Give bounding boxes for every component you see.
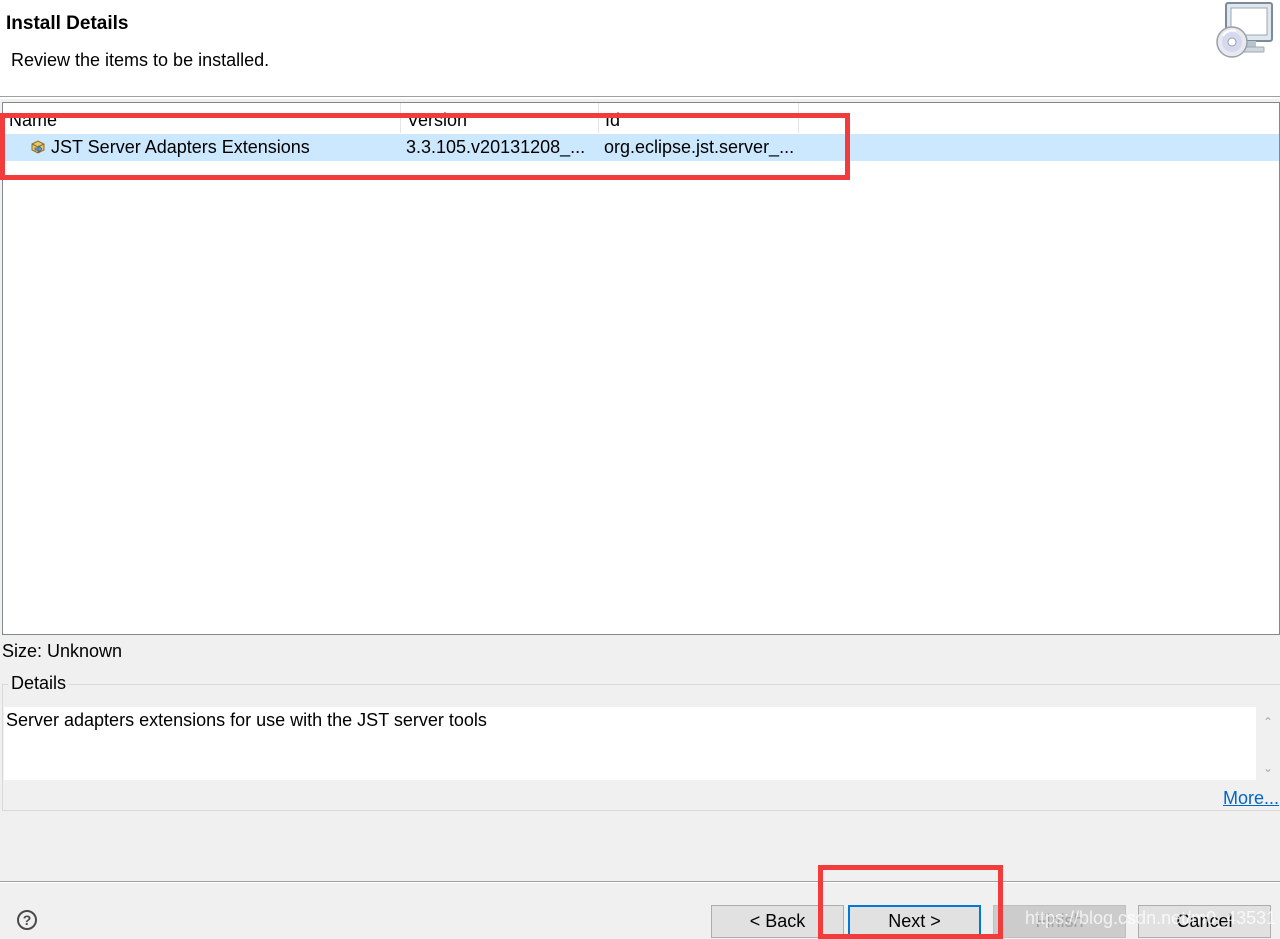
next-button[interactable]: Next > (848, 905, 981, 938)
title-banner: Install Details Review the items to be i… (0, 0, 1280, 97)
details-legend: Details (8, 673, 70, 694)
scroll-up-icon[interactable]: ⌃ (1261, 715, 1275, 729)
row-id: org.eclipse.jst.server_... (604, 137, 795, 157)
page-description: Review the items to be installed. (11, 50, 270, 70)
column-header-name[interactable]: Name (3, 103, 401, 133)
details-text: Server adapters extensions for use with … (4, 707, 1256, 780)
installable-unit-icon (31, 140, 45, 154)
help-icon[interactable]: ? (17, 910, 37, 930)
cancel-button[interactable]: Cancel (1138, 905, 1271, 938)
computer-cd-icon (1216, 2, 1273, 58)
scroll-down-icon[interactable]: ⌄ (1261, 761, 1275, 775)
table-header: Name Version Id (3, 103, 1279, 133)
finish-button[interactable]: Finish (993, 905, 1126, 938)
table-row[interactable]: JST Server Adapters Extensions 3.3.105.v… (3, 134, 1279, 161)
details-scrollbar[interactable]: ⌃ ⌄ (1257, 707, 1279, 780)
more-link[interactable]: More... (1223, 788, 1279, 809)
column-header-id[interactable]: Id (599, 103, 799, 133)
back-button[interactable]: < Back (711, 905, 844, 938)
install-items-table[interactable]: Name Version Id JST Server Adapters Exte… (2, 102, 1280, 635)
footer-separator-highlight (0, 882, 1280, 883)
page-title: Install Details (6, 13, 129, 34)
row-name: JST Server Adapters Extensions (51, 137, 310, 157)
size-label: Size: Unknown (2, 641, 123, 661)
banner-separator (0, 97, 1280, 99)
column-header-version[interactable]: Version (401, 103, 599, 133)
row-version: 3.3.105.v20131208_... (406, 137, 586, 157)
